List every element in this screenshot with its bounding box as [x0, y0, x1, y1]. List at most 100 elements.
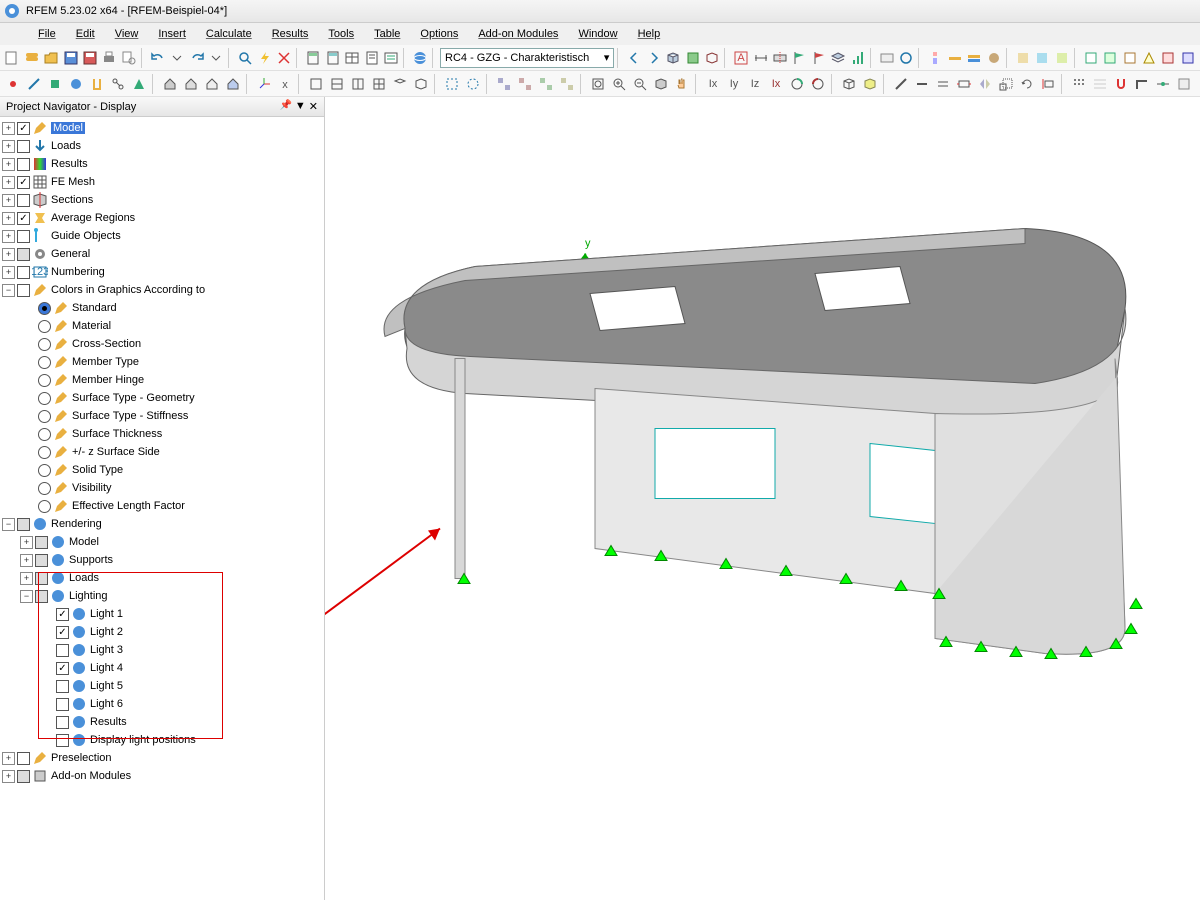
checkbox[interactable] — [17, 518, 30, 531]
stretch-button[interactable] — [954, 74, 974, 94]
lbl-iz-button[interactable]: Iz — [745, 74, 765, 94]
tree-rendering[interactable]: Rendering — [51, 518, 102, 530]
collapse-icon[interactable]: − — [2, 518, 15, 531]
expand-icon[interactable]: + — [2, 230, 15, 243]
radio[interactable] — [38, 500, 51, 513]
radio[interactable] — [38, 410, 51, 423]
redo-dropdown[interactable] — [207, 48, 225, 68]
menu-tools[interactable]: Tools — [318, 25, 364, 43]
view3-button[interactable] — [348, 74, 368, 94]
checkbox[interactable] — [56, 698, 69, 711]
house2-button[interactable] — [181, 74, 201, 94]
checkbox[interactable] — [35, 590, 48, 603]
tree-lighting[interactable]: Lighting — [69, 590, 108, 602]
collapse-icon[interactable]: − — [20, 590, 33, 603]
bar2-button[interactable] — [965, 48, 983, 68]
radio[interactable] — [38, 374, 51, 387]
expand-icon[interactable]: + — [2, 248, 15, 261]
k6-button[interactable] — [1179, 48, 1197, 68]
tree-c-zs[interactable]: +/- z Surface Side — [72, 446, 160, 458]
cube2-button[interactable] — [1033, 48, 1051, 68]
tree-l-res[interactable]: Results — [90, 716, 127, 728]
zoom-in-button[interactable] — [609, 74, 629, 94]
snap2-button[interactable] — [1153, 74, 1173, 94]
checkbox[interactable] — [17, 212, 30, 225]
rotate-button[interactable] — [1017, 74, 1037, 94]
open-db-button[interactable] — [22, 48, 40, 68]
tree-numbering[interactable]: Numbering — [51, 266, 105, 278]
checkbox[interactable] — [17, 752, 30, 765]
menu-window[interactable]: Window — [568, 25, 627, 43]
expand-icon[interactable]: + — [2, 752, 15, 765]
cube1-button[interactable] — [1014, 48, 1032, 68]
checkbox[interactable] — [17, 230, 30, 243]
calc-dropdown-button[interactable] — [324, 48, 342, 68]
expand-icon[interactable]: + — [2, 194, 15, 207]
tree-l-pos[interactable]: Display light positions — [90, 734, 196, 746]
tree-results[interactable]: Results — [51, 158, 88, 170]
tree-c-std[interactable]: Standard — [72, 302, 117, 314]
cs-button[interactable] — [87, 74, 107, 94]
grp3-button[interactable] — [536, 74, 556, 94]
checkbox[interactable] — [17, 266, 30, 279]
house4-button[interactable] — [223, 74, 243, 94]
filter-a-button[interactable]: A — [732, 48, 750, 68]
menu-addon[interactable]: Add-on Modules — [468, 25, 568, 43]
end-tool[interactable] — [1174, 74, 1194, 94]
checkbox[interactable] — [17, 140, 30, 153]
menu-options[interactable]: Options — [410, 25, 468, 43]
tree-l4[interactable]: Light 4 — [90, 662, 123, 674]
tree-c-cs[interactable]: Cross-Section — [72, 338, 141, 350]
snap-button[interactable] — [1111, 74, 1131, 94]
flash-button[interactable] — [256, 48, 274, 68]
checkbox[interactable] — [17, 284, 30, 297]
expand-icon[interactable]: + — [2, 770, 15, 783]
load-case-combo[interactable]: RC4 - GZG - Charakteristisch ▾ — [440, 48, 614, 68]
save-button[interactable] — [61, 48, 79, 68]
cube-button[interactable] — [664, 48, 682, 68]
menu-insert[interactable]: Insert — [148, 25, 196, 43]
redo-button[interactable] — [188, 48, 206, 68]
view1-button[interactable] — [306, 74, 326, 94]
k3-button[interactable] — [1120, 48, 1138, 68]
expand-icon[interactable]: + — [2, 212, 15, 225]
radio[interactable] — [38, 356, 51, 369]
wire-button[interactable] — [703, 48, 721, 68]
expand-icon[interactable]: + — [2, 176, 15, 189]
lbl-p2-button[interactable] — [808, 74, 828, 94]
checkbox[interactable] — [56, 734, 69, 747]
tree-l6[interactable]: Light 6 — [90, 698, 123, 710]
view2-button[interactable] — [327, 74, 347, 94]
menu-help[interactable]: Help — [628, 25, 671, 43]
lbl-p-button[interactable] — [787, 74, 807, 94]
house1-button[interactable] — [160, 74, 180, 94]
tree-sections[interactable]: Sections — [51, 194, 93, 206]
member-button[interactable] — [24, 74, 44, 94]
k2-button[interactable] — [1101, 48, 1119, 68]
checkbox[interactable] — [35, 536, 48, 549]
offset-button[interactable] — [933, 74, 953, 94]
checkbox[interactable] — [56, 626, 69, 639]
navigator-tree[interactable]: +Model +Loads +Results +FE Mesh +Section… — [0, 117, 324, 900]
cube-green-button[interactable] — [45, 74, 65, 94]
sel2-button[interactable] — [463, 74, 483, 94]
lbl-ix-button[interactable]: Ix — [703, 74, 723, 94]
radio[interactable] — [38, 464, 51, 477]
globe-button[interactable] — [411, 48, 429, 68]
k4-button[interactable] — [1140, 48, 1158, 68]
checkbox[interactable] — [17, 158, 30, 171]
tree-c-stk[interactable]: Surface Thickness — [72, 428, 162, 440]
k5-button[interactable] — [1159, 48, 1177, 68]
grid2-button[interactable] — [1090, 74, 1110, 94]
zoom-out-button[interactable] — [630, 74, 650, 94]
scale-button[interactable] — [996, 74, 1016, 94]
tree-l2[interactable]: Light 2 — [90, 626, 123, 638]
table-button[interactable] — [343, 48, 361, 68]
dropdown-icon[interactable]: ▼ — [295, 100, 306, 113]
tree-c-mat[interactable]: Material — [72, 320, 111, 332]
view6-button[interactable] — [411, 74, 431, 94]
surface-button[interactable] — [683, 48, 701, 68]
grp4-button[interactable] — [557, 74, 577, 94]
calc-button[interactable] — [304, 48, 322, 68]
expand-icon[interactable]: + — [2, 158, 15, 171]
